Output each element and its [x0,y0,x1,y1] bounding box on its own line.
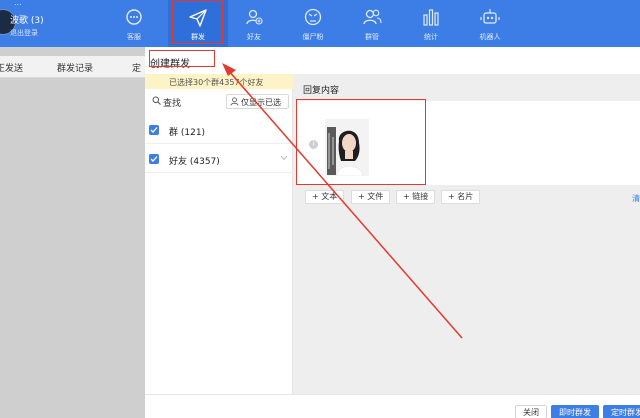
checkbox-checked[interactable] [149,125,159,135]
check-icon [150,127,158,133]
add-card-button[interactable]: + 名片 [441,190,481,204]
zombie-fan-icon [304,8,322,26]
search-label[interactable]: 查找 [163,96,181,109]
nav-label: 好友 [247,33,261,41]
group-row-qun[interactable]: 群 (121) [145,117,293,144]
image-thumbnail[interactable] [325,119,369,176]
reply-content-label: 回复内容 [303,86,340,96]
selected-summary: 已选择30个群4357个好友 [145,74,293,89]
nav-item-jiqiren[interactable]: 机器人 [460,0,520,47]
group-label: 好友 (4357) [169,157,220,167]
nav-label: 客服 [127,33,141,41]
checkbox-checked[interactable] [149,154,159,164]
remove-item-icon[interactable]: i [309,140,318,149]
tab-scheduled[interactable]: 定 [132,61,141,74]
robot-icon [480,9,500,24]
reply-pane: 回复内容 i + 文本 + 文件 + 链接 + 名片 清 [293,74,640,394]
chevron-down-icon[interactable] [280,155,288,161]
bar-stats-icon [423,9,439,26]
only-selected-label: 仅显示已选 [241,98,281,107]
portrait-image [325,119,369,176]
user-name: 波歌 (3) [10,16,44,26]
create-mass-send-dialog: 创建群发 已选择30个群4357个好友 查找 仅显示已选 群 (121) 好友 … [145,47,640,418]
group-manage-icon [363,9,382,25]
add-link-button[interactable]: + 链接 [396,190,436,204]
nav-item-haoyou[interactable]: 好友 [224,0,284,47]
check-icon [150,156,158,162]
send-now-button[interactable]: 即时群发 [551,405,599,418]
nav-label: 机器人 [479,33,501,41]
schedule-send-button[interactable]: 定时群发 [603,405,640,418]
group-row-haoyou[interactable]: 好友 (4357) [145,146,293,173]
window-title: ... [14,0,22,6]
chat-icon [126,9,142,25]
recipient-pane: 已选择30个群4357个好友 查找 仅显示已选 群 (121) 好友 (4357… [145,74,293,394]
dialog-footer: 关闭 即时群发 定时群发 [145,394,640,418]
add-file-button[interactable]: + 文件 [351,190,391,204]
highlight-box-title [149,50,215,67]
nav-label: 统计 [424,33,438,41]
nav-label: 群管 [365,33,379,41]
nav-label: 僵尸粉 [302,33,324,41]
only-selected-button[interactable]: 仅显示已选 [226,94,289,109]
logout-link[interactable]: 退出登录 [10,28,38,38]
nav-item-tongji[interactable]: 统计 [401,0,461,47]
highlight-box-nav [172,1,223,44]
header-bar: ... 波歌 (3) 退出登录 客服 群发 好友 僵尸粉 群管 统计 机器人 [0,0,640,47]
clear-link[interactable]: 清 [632,193,640,204]
group-label: 群 (121) [169,128,206,138]
nav-item-jiangshifen[interactable]: 僵尸粉 [283,0,343,47]
nav-item-qunguan[interactable]: 群管 [342,0,402,47]
close-button[interactable]: 关闭 [515,405,547,418]
nav-item-kefu[interactable]: 客服 [104,0,164,47]
search-row[interactable]: 查找 仅显示已选 [145,93,293,109]
search-icon [152,96,161,105]
add-text-button[interactable]: + 文本 [305,190,345,204]
tab-sending[interactable]: 正发送 [0,61,23,74]
add-friend-icon [246,9,263,25]
tab-send-records[interactable]: 群发记录 [57,61,93,74]
person-icon [230,97,239,106]
send-tabs: 正发送 群发记录 定 [0,56,145,78]
